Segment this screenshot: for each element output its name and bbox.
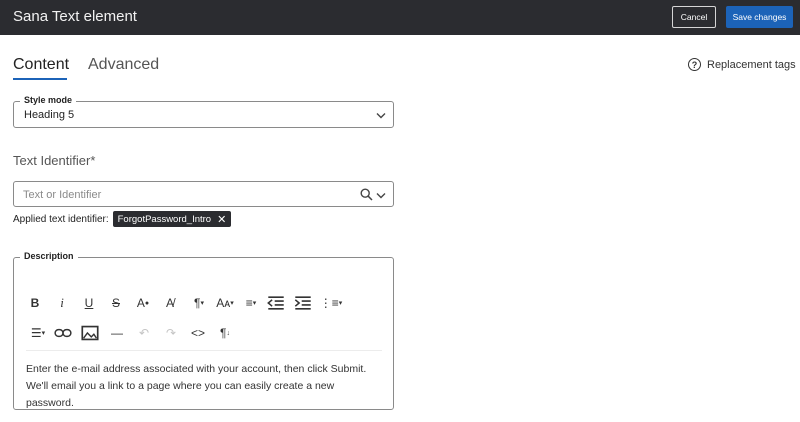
font-size-icon[interactable]: Aᴀ ▾ — [214, 294, 236, 312]
paragraph-format-icon[interactable]: ¶ ▾ — [188, 294, 210, 312]
search-icon[interactable] — [360, 188, 373, 201]
applied-identifier-chip: ForgotPassword_Intro ✕ — [112, 211, 232, 227]
text-identifier-input[interactable] — [23, 187, 343, 202]
top-bar: Sana Text element Cancel Save changes — [0, 0, 800, 35]
ordered-list-icon[interactable]: ⋮≡ ▾ — [319, 294, 343, 312]
undo-icon[interactable]: ↶ — [135, 324, 153, 342]
description-editor: Description B i U S A ● A̸ ¶ ▾ Aᴀ ▾ ≡ ▾ ⋮≡ ▾ — [13, 251, 394, 412]
applied-identifier-label: Applied text identifier: — [13, 213, 109, 225]
editor-toolbar-row-2: ☰ ▾ — ↶ ↷ <> ¶ ↓ — [26, 324, 234, 342]
description-line-1: Enter the e-mail address associated with… — [26, 363, 367, 375]
window-title: Sana Text element — [13, 8, 137, 25]
tab-content[interactable]: Content — [13, 56, 69, 74]
unordered-list-icon[interactable]: ☰ ▾ — [26, 324, 50, 342]
editor-toolbar-row-1: B i U S A ● A̸ ¶ ▾ Aᴀ ▾ ≡ ▾ ⋮≡ ▾ — [26, 294, 343, 312]
indent-icon[interactable] — [294, 294, 312, 312]
replacement-tags-label: Replacement tags — [707, 58, 796, 71]
chevron-down-icon — [376, 113, 386, 119]
style-mode-select[interactable]: Style mode Heading 5 — [13, 95, 394, 128]
outdent-icon[interactable] — [267, 294, 285, 312]
underline-icon[interactable]: U — [80, 294, 98, 312]
active-tab-indicator — [13, 78, 67, 80]
style-mode-value: Heading 5 — [24, 109, 75, 121]
text-identifier-field — [13, 181, 394, 207]
style-mode-label: Style mode — [20, 95, 77, 105]
italic-icon[interactable]: i — [53, 294, 71, 312]
remove-tag-icon[interactable]: ✕ — [217, 213, 226, 226]
text-identifier-label: Text Identifier* — [13, 153, 96, 168]
horizontal-line-icon[interactable]: — — [108, 324, 126, 342]
chevron-down-icon[interactable] — [376, 192, 386, 199]
description-text-area[interactable]: Enter the e-mail address associated with… — [26, 361, 384, 412]
tab-advanced[interactable]: Advanced — [88, 56, 159, 74]
clear-formatting-icon[interactable]: A̸ — [161, 294, 179, 312]
code-view-icon[interactable]: <> — [189, 324, 207, 342]
description-line-2: We'll email you a link to a page where y… — [26, 380, 335, 409]
cancel-button[interactable]: Cancel — [672, 6, 716, 28]
text-color-icon[interactable]: A ● — [134, 294, 152, 312]
bold-icon[interactable]: B — [26, 294, 44, 312]
save-changes-button[interactable]: Save changes — [726, 6, 793, 28]
link-icon[interactable] — [54, 324, 72, 342]
align-icon[interactable]: ≡ ▾ — [240, 294, 262, 312]
applied-identifier-value: ForgotPassword_Intro — [117, 213, 212, 225]
description-label: Description — [20, 251, 78, 261]
strikethrough-icon[interactable]: S — [107, 294, 125, 312]
paragraph-style-icon[interactable]: ¶ ↓ — [216, 324, 234, 342]
image-icon[interactable] — [81, 324, 99, 342]
question-circle-icon: ? — [688, 58, 701, 71]
replacement-tags-link[interactable]: ? Replacement tags — [688, 58, 796, 71]
applied-identifier-row: Applied text identifier: ForgotPassword_… — [13, 211, 232, 227]
editor-divider — [26, 350, 382, 351]
redo-icon[interactable]: ↷ — [162, 324, 180, 342]
